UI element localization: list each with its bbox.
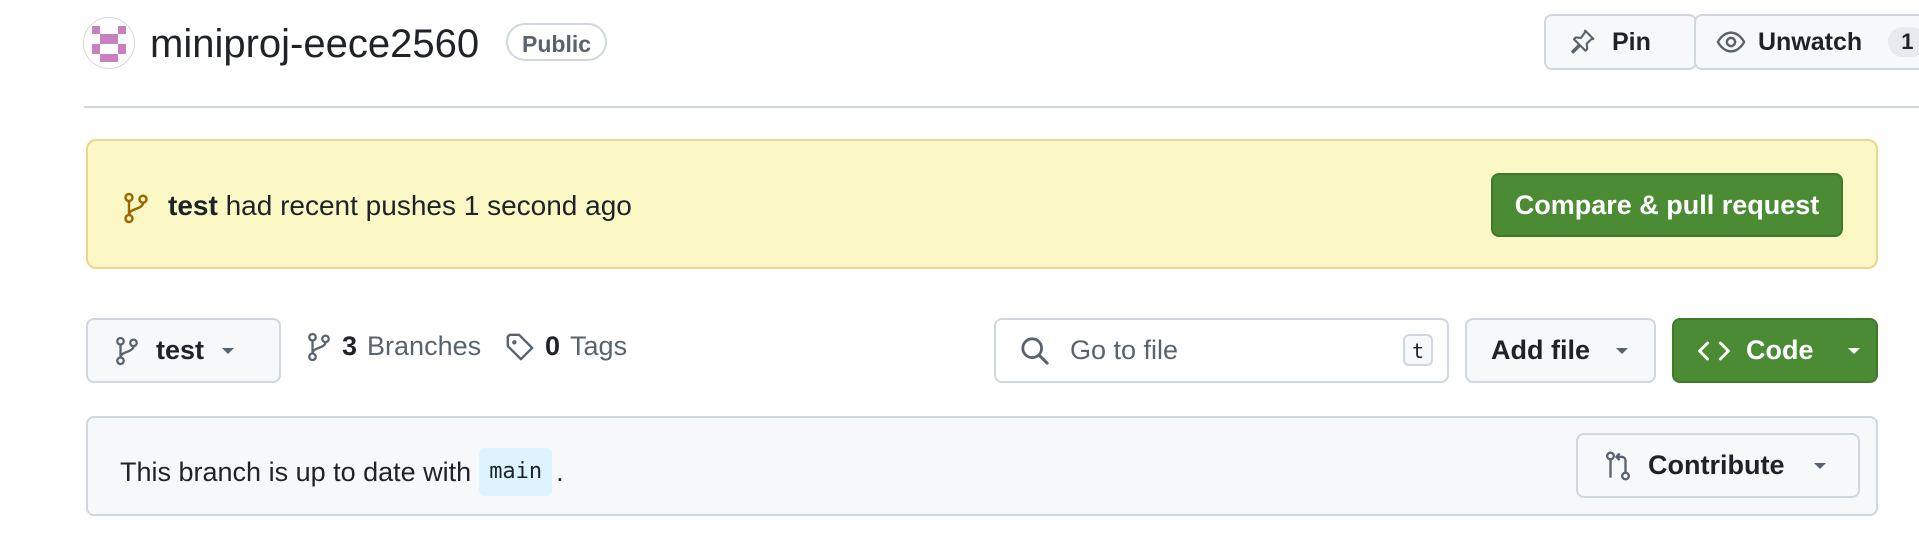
eye-icon [1716, 27, 1746, 57]
branch-selector-label: test [156, 335, 205, 365]
tags-label: Tags [570, 331, 628, 361]
unwatch-label: Unwatch [1758, 27, 1863, 56]
go-to-file-search[interactable]: Go to file t [994, 318, 1449, 383]
add-file-label: Add file [1491, 335, 1590, 365]
tags-count: 0 [545, 331, 561, 361]
branches-count: 3 [342, 331, 358, 361]
caret-down-icon [1812, 461, 1828, 471]
caret-down-icon [1614, 346, 1630, 356]
add-file-button[interactable]: Add file [1465, 318, 1656, 383]
branches-link[interactable]: 3 Branches [306, 331, 481, 362]
branch-selector[interactable]: test [86, 318, 281, 383]
compare-pull-request-button[interactable]: Compare & pull request [1491, 173, 1843, 237]
code-label: Code [1746, 335, 1814, 365]
contribute-label: Contribute [1648, 450, 1785, 480]
branches-label: Branches [367, 331, 482, 361]
pin-label: Pin [1612, 27, 1651, 56]
avatar[interactable] [84, 18, 134, 68]
watch-count: 1 [1888, 27, 1919, 57]
status-prefix: This branch is up to date with [120, 457, 472, 487]
caret-down-icon [1846, 346, 1862, 356]
unwatch-button[interactable]: Unwatch 1 [1694, 14, 1919, 70]
tags-link[interactable]: 0 Tags [505, 331, 627, 362]
banner-message-text: had recent pushes 1 second ago [225, 190, 632, 221]
code-button[interactable]: Code [1672, 318, 1878, 383]
contribute-button[interactable]: Contribute [1576, 433, 1860, 498]
tag-icon [505, 332, 535, 362]
header-divider [84, 106, 1919, 108]
pin-button[interactable]: Pin [1544, 14, 1697, 70]
caret-down-icon [220, 346, 236, 356]
git-branch-icon [306, 332, 332, 362]
git-branch-icon [114, 336, 140, 366]
git-branch-icon [122, 192, 150, 224]
banner-branch-name[interactable]: test [168, 190, 218, 221]
base-branch-chip[interactable]: main [479, 448, 553, 496]
search-shortcut-hint: t [1403, 334, 1433, 366]
code-icon [1698, 339, 1730, 363]
banner-message: test had recent pushes 1 second ago [168, 188, 632, 224]
branch-status-message: This branch is up to date with main . [120, 448, 564, 496]
visibility-badge: Public [506, 23, 608, 61]
repo-name[interactable]: miniproj-eece2560 [150, 20, 479, 68]
git-compare-icon [1604, 451, 1632, 481]
pin-icon [1568, 28, 1596, 56]
search-placeholder: Go to file [1070, 335, 1179, 365]
status-suffix: . [556, 457, 564, 487]
search-icon [1020, 336, 1050, 366]
